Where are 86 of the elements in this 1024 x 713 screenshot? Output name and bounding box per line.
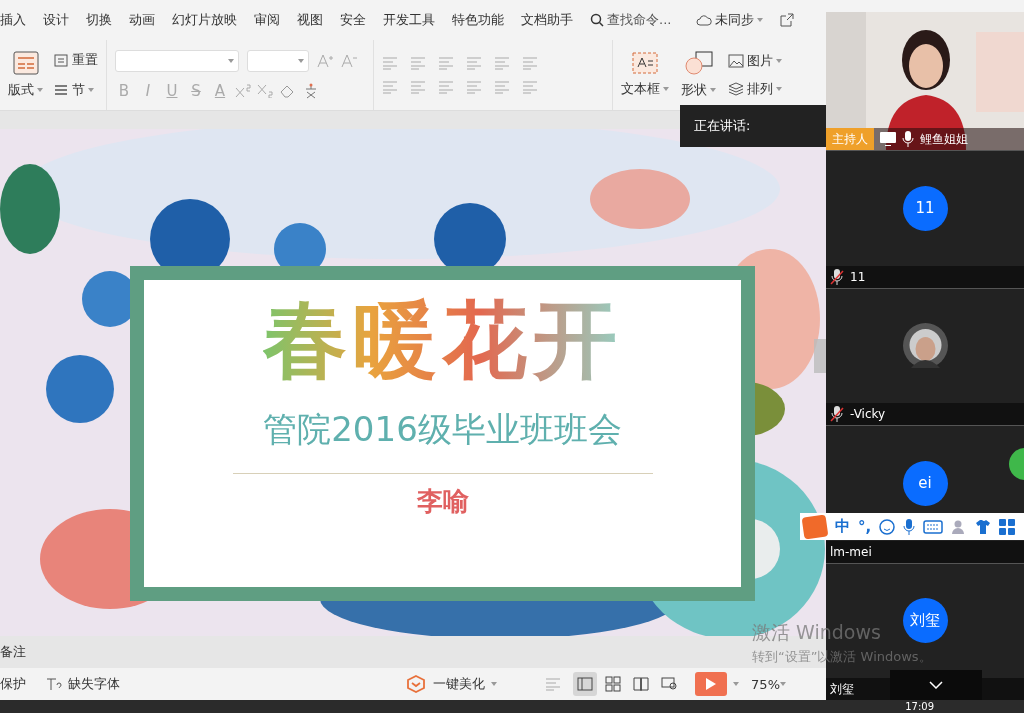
- notes-label[interactable]: 备注: [0, 643, 26, 662]
- search-field[interactable]: 查找命令...: [607, 10, 672, 29]
- font-icon: [46, 677, 62, 691]
- superscript-icon[interactable]: [235, 83, 251, 98]
- section-button[interactable]: 节: [72, 80, 85, 99]
- caret-icon: [663, 86, 669, 91]
- caret-icon: [298, 58, 304, 63]
- ribbon-tab[interactable]: 视图: [297, 7, 323, 32]
- ime-punctuation-button[interactable]: °,: [858, 517, 872, 536]
- subscript-icon[interactable]: [257, 83, 273, 98]
- insert-tool-button[interactable]: 文本框: [621, 79, 669, 98]
- participant-name: 刘玺: [830, 680, 854, 698]
- phonetic-icon[interactable]: [303, 82, 319, 99]
- layers-icon: [728, 81, 744, 96]
- view-icon: [633, 676, 650, 692]
- ribbon-tab[interactable]: 动画: [129, 7, 155, 32]
- caret-icon: [710, 87, 716, 92]
- insert-tool-button[interactable]: 图片: [747, 51, 773, 70]
- missing-fonts-button[interactable]: 缺失字体: [68, 675, 120, 693]
- participant-name: 11: [850, 269, 866, 284]
- caret-icon: [491, 682, 498, 686]
- muted-microphone-icon[interactable]: [830, 268, 844, 285]
- caret-icon: [88, 87, 94, 92]
- ribbon-tab[interactable]: 审阅: [254, 7, 280, 32]
- chevron-down-icon: [929, 681, 943, 689]
- sync-button[interactable]: 未同步: [715, 10, 755, 29]
- font-size-dropdown[interactable]: [247, 49, 309, 72]
- next-slide-handle[interactable]: [814, 338, 826, 373]
- image-icon: [728, 53, 744, 68]
- reset-button[interactable]: 重置: [72, 50, 98, 69]
- ribbon-tab[interactable]: 幻灯片放映: [172, 7, 237, 32]
- avatar: ei: [902, 460, 948, 506]
- share-icon[interactable]: [780, 12, 795, 27]
- avatar: 刘玺: [902, 598, 948, 644]
- slide-author: 李喻: [416, 484, 469, 518]
- caret-icon: [733, 682, 740, 686]
- play-button[interactable]: [695, 672, 728, 696]
- beautify-button[interactable]: 一键美化: [433, 675, 486, 693]
- grow-font-icon[interactable]: [317, 53, 333, 68]
- shrink-font-icon[interactable]: [341, 53, 357, 68]
- ribbon-tab[interactable]: 插入: [0, 7, 26, 32]
- keyboard-icon[interactable]: [923, 519, 944, 534]
- ribbon-tab[interactable]: 开发工具: [383, 7, 435, 32]
- font-dropdown[interactable]: [115, 49, 239, 72]
- grid-icon[interactable]: [999, 518, 1016, 535]
- caret-icon: [780, 682, 786, 686]
- shirt-icon[interactable]: [975, 518, 992, 535]
- ribbon-tab[interactable]: 特色功能: [452, 7, 504, 32]
- reset-icon: [53, 52, 69, 67]
- speaking-tooltip: 正在讲话:: [680, 105, 826, 147]
- caret-icon: [776, 58, 782, 63]
- view-icon: [661, 676, 678, 692]
- avatar: 11: [902, 185, 948, 231]
- participant-name: -Vicky: [850, 407, 886, 421]
- search-icon: [590, 12, 604, 27]
- protect-button[interactable]: 保护: [0, 675, 26, 693]
- view-icon: [605, 676, 622, 692]
- ribbon-tab[interactable]: 文档助手: [521, 7, 573, 32]
- ribbon-tab[interactable]: 切换: [86, 7, 112, 32]
- ribbon-tab[interactable]: 安全: [340, 7, 366, 32]
- textbox-icon: [632, 51, 658, 74]
- caret-icon: [776, 86, 782, 91]
- participant-name: lm-mei: [830, 544, 872, 559]
- caret-icon: [757, 17, 764, 22]
- taskbar-clock: 17:09: [905, 700, 934, 713]
- ribbon-tab[interactable]: 设计: [43, 7, 69, 32]
- caret-icon: [37, 87, 43, 92]
- collapse-button[interactable]: [890, 670, 982, 700]
- muted-microphone-icon[interactable]: [830, 406, 844, 422]
- layout-button[interactable]: 版式: [8, 80, 43, 99]
- layout-icon[interactable]: [12, 50, 39, 75]
- section-icon: [53, 82, 69, 97]
- cloud-icon: [696, 13, 713, 26]
- smiley-icon[interactable]: [879, 518, 896, 535]
- insert-tool-button[interactable]: 排列: [747, 79, 773, 98]
- view-button[interactable]: [573, 672, 598, 696]
- shapes-icon: [683, 50, 714, 75]
- ime-mode-button[interactable]: 中: [835, 517, 850, 536]
- box-logo-icon: [407, 675, 426, 693]
- view-icon: [577, 676, 594, 692]
- insert-tool-button[interactable]: 形状: [681, 80, 716, 99]
- zoom-level[interactable]: 75%: [751, 676, 780, 692]
- caret-icon: [228, 58, 234, 63]
- ime-logo-icon: [801, 513, 829, 540]
- play-icon: [706, 678, 717, 690]
- slide-subtitle: 管院2016级毕业班班会: [263, 407, 622, 451]
